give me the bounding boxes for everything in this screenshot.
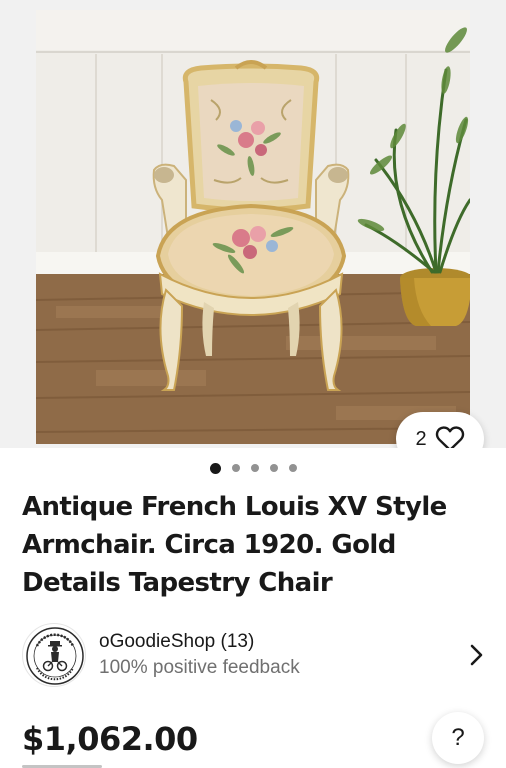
pagination-dot[interactable] [250,464,259,472]
cut-off-text [22,760,112,768]
chevron-right-icon[interactable] [464,643,488,667]
pagination-dot-active[interactable] [209,462,221,474]
item-price: $1,062.00 [22,720,198,758]
seller-card[interactable]: oGoodieShop (13) 100% positive feedback [22,622,492,688]
product-photo[interactable] [36,10,470,444]
image-gallery[interactable]: 2 [0,0,506,448]
seller-avatar[interactable] [22,623,86,687]
help-button-label: ? [451,724,465,751]
watch-button[interactable]: 2 [396,412,484,448]
armchair-photo [36,10,470,444]
seller-feedback: 100% positive feedback [99,657,300,678]
pagination-dot[interactable] [288,464,297,472]
heart-icon [435,426,464,448]
gallery-pagination [0,462,506,474]
pagination-dot[interactable] [231,464,240,472]
listing-title: Antique French Louis XV Style Armchair. … [22,492,447,598]
seller-info: oGoodieShop (13) 100% positive feedback [99,629,464,681]
help-button[interactable]: ? [432,712,484,764]
pagination-dot[interactable] [269,464,278,472]
watch-count: 2 [415,427,427,449]
seller-name[interactable]: oGoodieShop (13) [99,629,464,655]
seller-logo-icon [26,627,84,685]
